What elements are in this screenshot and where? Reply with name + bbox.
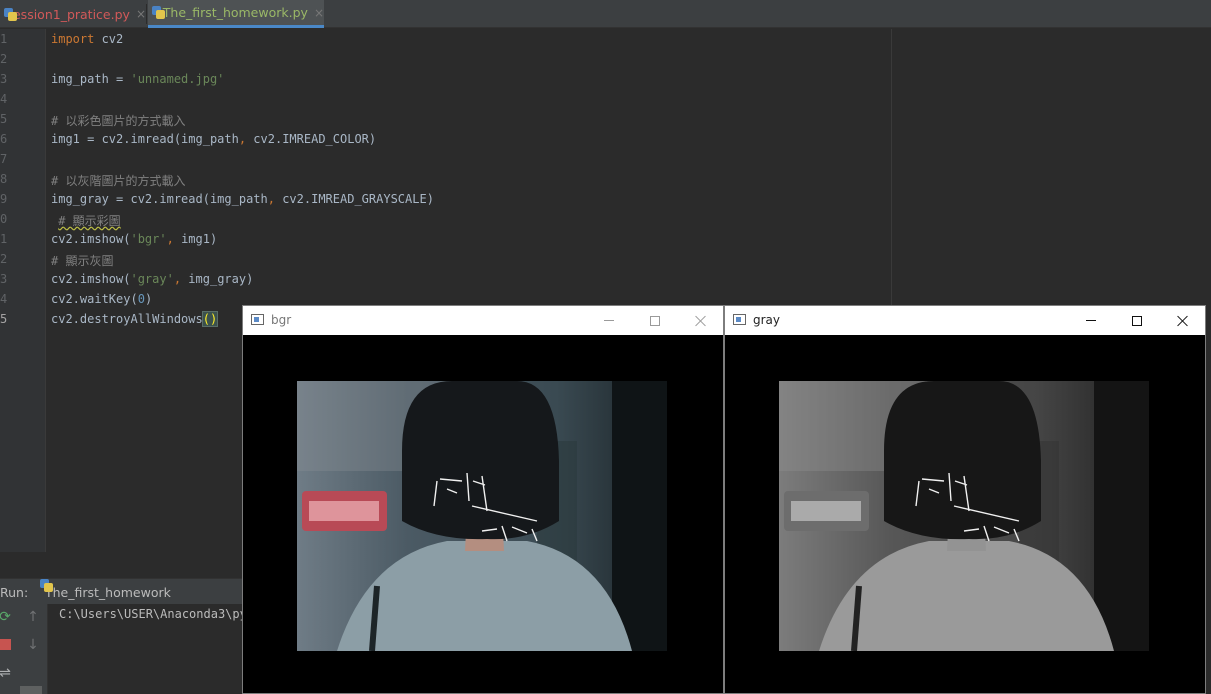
scroll-to-end-icon[interactable] <box>20 686 42 694</box>
image-display-bgr <box>297 381 667 651</box>
maximize-icon <box>650 315 660 326</box>
window-title: gray <box>753 313 781 327</box>
code-punct: , <box>173 272 182 286</box>
run-config-tab[interactable]: The_first_homework <box>40 579 171 605</box>
line-number: 9 <box>0 192 8 206</box>
code-text: cv2.imshow( <box>51 232 131 246</box>
scroll-down-icon[interactable]: ↓ <box>25 637 41 653</box>
line-number: 2 <box>0 252 8 266</box>
stop-icon[interactable] <box>0 637 13 653</box>
python-file-icon <box>152 6 165 19</box>
line-number: 8 <box>0 172 8 186</box>
run-config-label: The_first_homework <box>45 584 171 600</box>
run-panel-header: Run: The_first_homework <box>0 578 242 604</box>
line-number: 2 <box>0 52 8 66</box>
close-button[interactable] <box>1160 306 1206 335</box>
code-line-15[interactable]: cv2.destroyAllWindows() <box>51 311 219 327</box>
close-icon <box>695 315 707 327</box>
line-number: 1 <box>0 232 8 246</box>
line-number-gutter: 1 2 3 4 5 6 7 8 9 0 1 2 3 4 5 <box>0 29 46 552</box>
code-punct: , <box>267 192 275 206</box>
window-titlebar[interactable]: gray <box>725 306 1205 335</box>
code-text: img1 = cv2.imread(img_path <box>51 132 239 146</box>
maximize-button[interactable] <box>632 306 678 335</box>
text-caret <box>217 312 219 325</box>
code-line-8[interactable]: # 以灰階圖片的方式載入 <box>51 172 185 189</box>
code-keyword: import <box>51 32 95 46</box>
minimize-icon <box>604 320 614 321</box>
line-number: 5 <box>0 112 8 126</box>
minimize-button[interactable] <box>586 306 632 335</box>
line-number: 6 <box>0 132 8 146</box>
code-line-9[interactable]: img_gray = cv2.imread(img_path, cv2.IMRE… <box>51 192 434 206</box>
code-line-13[interactable]: cv2.imshow('gray', img_gray) <box>51 272 253 286</box>
code-text: ) <box>144 292 153 306</box>
line-number: 3 <box>0 72 8 86</box>
code-punct: , <box>238 132 247 146</box>
code-text: cv2.IMREAD_COLOR) <box>246 132 377 146</box>
code-line-10[interactable]: # 顯示彩圖 <box>51 212 121 229</box>
tab-label: The_first_homework.py <box>162 5 308 20</box>
code-line-1[interactable]: import cv2 <box>51 32 123 46</box>
python-file-icon <box>4 7 17 21</box>
code-comment-warning: # 顯示彩圖 <box>58 214 121 228</box>
code-punct: , <box>166 232 174 246</box>
line-number: 0 <box>0 212 8 226</box>
minimize-button[interactable] <box>1068 306 1114 335</box>
image-display-gray <box>779 381 1149 651</box>
code-string: 'gray' <box>130 272 174 286</box>
window-app-icon <box>251 314 264 325</box>
window-title: bgr <box>271 313 292 327</box>
tab-the-first-homework[interactable]: The_first_homework.py × <box>148 0 324 28</box>
code-text: cv2.waitKey( <box>51 292 138 306</box>
code-text: img1) <box>173 232 218 246</box>
line-number: 7 <box>0 152 8 166</box>
run-console[interactable]: C:\Users\USER\Anaconda3\py <box>48 604 247 694</box>
maximize-button[interactable] <box>1114 306 1160 335</box>
code-line-12[interactable]: # 顯示灰圖 <box>51 252 113 269</box>
code-text: cv2.destroyAllWindows <box>51 312 203 326</box>
line-number-current: 5 <box>0 312 8 326</box>
code-text: cv2.imshow( <box>51 272 131 286</box>
tab-close-icon[interactable]: × <box>136 7 146 21</box>
maximize-icon <box>1132 315 1142 326</box>
tab-lession1-pratice[interactable]: lession1_pratice.py × <box>0 0 146 28</box>
close-icon <box>1177 315 1189 327</box>
code-line-5[interactable]: # 以彩色圖片的方式載入 <box>51 112 185 129</box>
code-text: img_gray = cv2.imread(img_path <box>51 192 268 206</box>
code-number: 0 <box>137 292 145 306</box>
soft-wrap-icon[interactable]: ⇌ <box>0 665 13 681</box>
scroll-up-icon[interactable]: ↑ <box>25 609 41 625</box>
run-toolbar: ⟳ ↑ ↓ ⇌ <box>0 604 48 694</box>
code-text: cv2.IMREAD_GRAYSCALE) <box>274 192 434 206</box>
line-number: 4 <box>0 92 8 106</box>
code-line-3[interactable]: img_path = 'unnamed.jpg' <box>51 72 224 86</box>
console-output: C:\Users\USER\Anaconda3\py <box>59 607 247 621</box>
code-line-14[interactable]: cv2.waitKey(0) <box>51 292 152 306</box>
code-string: 'bgr' <box>130 232 167 246</box>
code-text: cv2 <box>94 32 124 46</box>
run-label: Run: <box>0 585 29 600</box>
tab-label: lession1_pratice.py <box>9 6 130 22</box>
code-string: 'unnamed.jpg' <box>130 72 225 86</box>
cv-window-gray[interactable]: gray <box>724 305 1206 694</box>
cv-window-bgr[interactable]: bgr <box>242 305 724 694</box>
code-line-11[interactable]: cv2.imshow('bgr', img1) <box>51 232 217 246</box>
close-button[interactable] <box>678 306 724 335</box>
line-number: 1 <box>0 32 8 46</box>
code-text: img_gray) <box>181 272 254 286</box>
code-line-6[interactable]: img1 = cv2.imread(img_path, cv2.IMREAD_C… <box>51 132 376 146</box>
window-app-icon <box>733 314 746 325</box>
code-text: img_path = <box>51 72 131 86</box>
rerun-icon[interactable]: ⟳ <box>0 609 13 625</box>
line-number: 4 <box>0 292 8 306</box>
window-titlebar[interactable]: bgr <box>243 306 723 335</box>
line-number: 3 <box>0 272 8 286</box>
tab-close-icon[interactable]: × <box>314 6 324 20</box>
minimize-icon <box>1086 320 1096 321</box>
tab-divider <box>146 4 147 24</box>
matched-paren-highlight: () <box>201 311 219 327</box>
editor-tab-bar: lession1_pratice.py × The_first_homework… <box>0 0 1211 28</box>
